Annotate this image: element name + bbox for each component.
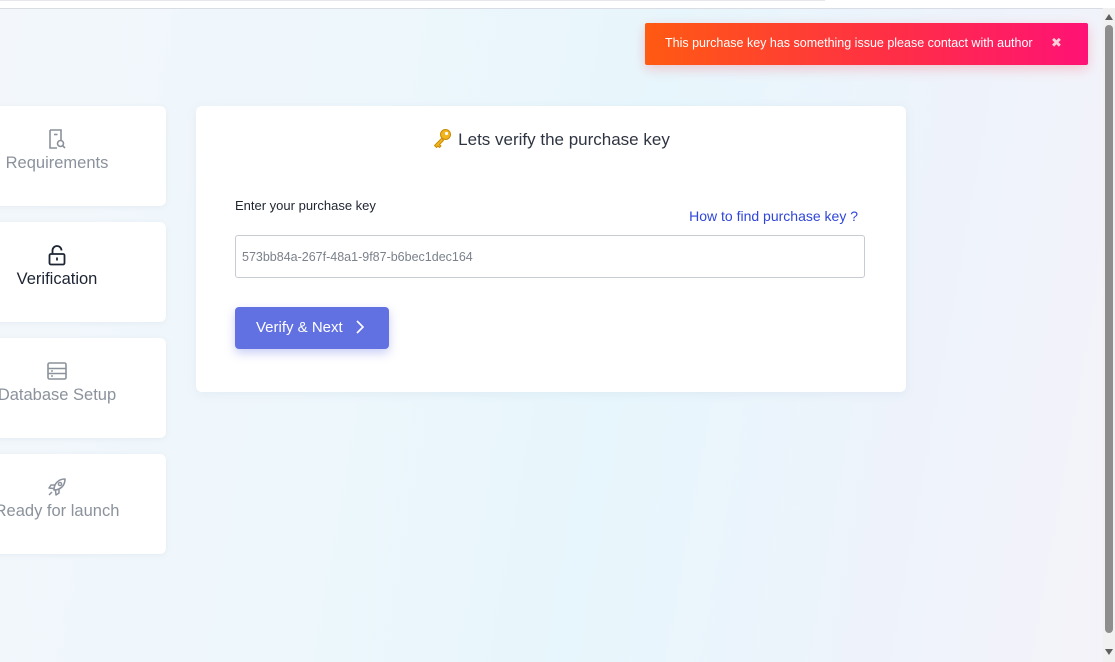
find-purchase-key-link[interactable]: How to find purchase key ?	[689, 208, 858, 224]
purchase-key-input[interactable]	[235, 235, 865, 278]
browser-top-edge	[0, 0, 1115, 9]
close-icon[interactable]: ✖	[1051, 35, 1062, 51]
purchase-key-label: Enter your purchase key	[235, 198, 376, 213]
step-ready-for-launch[interactable]: Ready for launch	[0, 454, 166, 554]
verify-card: Lets verify the purchase key Enter your …	[196, 106, 906, 392]
document-search-icon	[49, 129, 66, 149]
verify-next-label: Verify & Next	[256, 319, 343, 336]
step-label: Ready for launch	[0, 502, 120, 520]
step-database-setup[interactable]: Database Setup	[0, 338, 166, 438]
scrollbar-thumb[interactable]	[1105, 25, 1113, 633]
step-verification[interactable]: Verification	[0, 222, 166, 322]
error-toast: This purchase key has something issue pl…	[645, 23, 1088, 65]
scroll-up-arrow-icon[interactable]	[1105, 14, 1113, 20]
unlock-icon	[48, 245, 66, 266]
step-label: Verification	[16, 270, 98, 288]
chevron-right-icon	[356, 320, 365, 334]
step-label: Database Setup	[0, 386, 117, 404]
scroll-down-arrow-icon[interactable]	[1105, 649, 1113, 655]
top-divider	[0, 0, 825, 1]
card-title-row: Lets verify the purchase key	[196, 128, 906, 150]
card-title: Lets verify the purchase key	[458, 130, 670, 149]
database-table-icon	[47, 362, 67, 380]
key-icon	[434, 129, 452, 148]
toast-message: This purchase key has something issue pl…	[665, 36, 1033, 50]
rocket-icon	[48, 478, 66, 496]
step-label: Requirements	[5, 154, 109, 172]
vertical-scrollbar[interactable]	[1103, 8, 1115, 662]
step-requirements[interactable]: Requirements	[0, 106, 166, 206]
verify-next-button[interactable]: Verify & Next	[235, 307, 389, 349]
